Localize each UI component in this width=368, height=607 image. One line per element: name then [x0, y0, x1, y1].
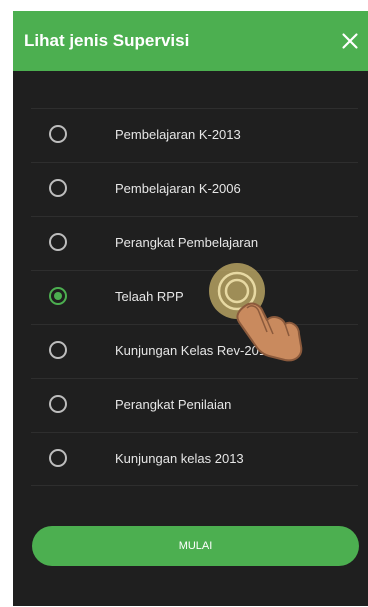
option-label: Pembelajaran K-2006 — [115, 181, 241, 196]
option-label: Kunjungan kelas 2013 — [115, 451, 244, 466]
dialog-title: Lihat jenis Supervisi — [24, 31, 190, 50]
radio-button[interactable] — [49, 179, 67, 197]
option-row[interactable]: Pembelajaran K-2013 — [31, 108, 358, 162]
radio-button[interactable] — [49, 395, 67, 413]
radio-button-selected[interactable] — [49, 287, 67, 305]
supervision-type-dialog: Lihat jenis Supervisi Pembelajaran K-201… — [13, 11, 368, 606]
option-label: Perangkat Penilaian — [115, 397, 232, 412]
option-label: Telaah RPP — [115, 289, 184, 304]
close-icon[interactable] — [337, 28, 363, 54]
option-row[interactable]: Perangkat Penilaian — [31, 378, 358, 432]
option-row[interactable]: Kunjungan kelas 2013 — [31, 432, 358, 486]
option-row[interactable]: Perangkat Pembelajaran — [31, 216, 358, 270]
option-row[interactable]: Telaah RPP — [31, 270, 358, 324]
option-label: Pembelajaran K-2013 — [115, 127, 241, 142]
dialog-header: Lihat jenis Supervisi — [13, 11, 368, 71]
start-button[interactable]: MULAI — [32, 526, 359, 566]
option-label: Perangkat Pembelajaran — [115, 235, 259, 250]
radio-button[interactable] — [49, 341, 67, 359]
option-label: Kunjungan Kelas Rev-2018 — [115, 343, 274, 358]
radio-button[interactable] — [49, 125, 67, 143]
option-row[interactable]: Kunjungan Kelas Rev-2018 — [31, 324, 358, 378]
option-list: Pembelajaran K-2013 Pembelajaran K-2006 … — [31, 108, 358, 486]
option-row[interactable]: Pembelajaran K-2006 — [31, 162, 358, 216]
radio-button[interactable] — [49, 449, 67, 467]
radio-button[interactable] — [49, 233, 67, 251]
